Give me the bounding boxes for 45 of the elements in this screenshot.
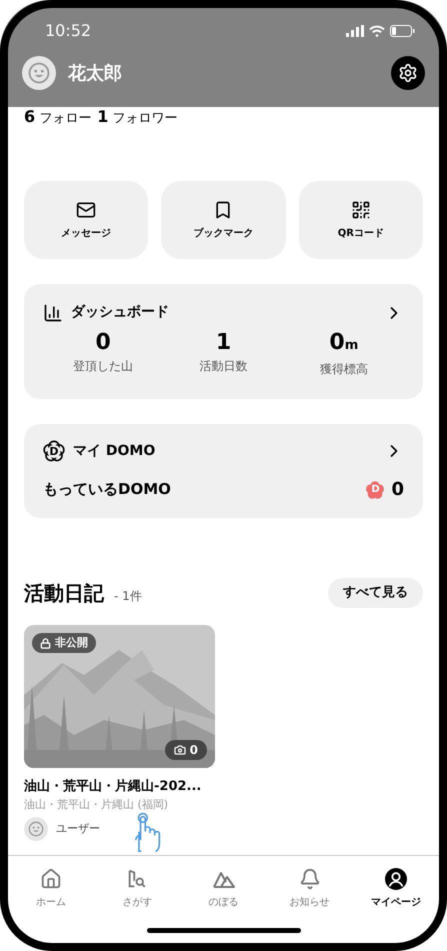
bell-icon [298, 868, 321, 890]
entry-count: - 1件 [114, 588, 142, 605]
stat-label: 活動日数 [199, 358, 248, 375]
quick-action-button[interactable]: メッセージ [24, 181, 148, 259]
map-search-icon [126, 868, 148, 890]
user-name: 花太郎 [68, 62, 122, 86]
follow-count[interactable]: 6 フォロー [24, 105, 92, 129]
see-all-button[interactable]: すべて見る [328, 578, 423, 608]
owned-domo-label: もっているDOMO [43, 479, 171, 500]
avatar [22, 56, 56, 90]
user-icon [384, 868, 407, 890]
envelope-icon [76, 200, 96, 220]
stat-label: 獲得標高 [320, 361, 368, 378]
domo-card[interactable]: D マイ DOMO もっているDOMO D 0 [24, 424, 423, 518]
owned-domo-count: 0 [391, 478, 404, 502]
wifi-icon [369, 25, 385, 37]
entry-user: ユーザー [56, 820, 100, 837]
battery-icon [390, 25, 415, 37]
settings-button[interactable] [391, 56, 425, 90]
stat-value: 0m [329, 329, 358, 357]
chart-icon [43, 302, 63, 322]
stat-label: 登頂した山 [73, 358, 134, 375]
tab-bar-item[interactable]: ホーム [8, 868, 94, 912]
tab-bar-item[interactable]: マイページ [352, 868, 440, 912]
signal-icon [346, 25, 364, 37]
stat-value: 0 [96, 329, 111, 357]
domo-title: マイ DOMO [73, 442, 156, 460]
user-avatar [24, 817, 48, 841]
follower-count[interactable]: 1 フォロワー [97, 105, 178, 129]
status-time: 10:52 [45, 20, 92, 42]
qr-code-icon [350, 200, 371, 220]
section-title: 活動日記 [24, 580, 104, 607]
tab-bar-item[interactable]: さがす [94, 868, 180, 912]
dashboard-title: ダッシュボード [71, 303, 169, 322]
tab-bar-item[interactable]: のぼる [180, 868, 267, 912]
entry-location: 油山・荒平山・片縄山 (福岡) [24, 796, 170, 812]
entry-title[interactable]: 油山・荒平山・片縄山-202... [24, 777, 215, 796]
quick-action-button[interactable]: ブックマーク [161, 181, 286, 259]
stat-value: 1 [216, 329, 232, 357]
dashboard-card[interactable]: ダッシュボード 0 登頂した山 1 活動日数 0m 獲得標高 [24, 284, 423, 399]
quick-action-button[interactable]: QRコード [298, 181, 423, 259]
settings-icon [398, 63, 418, 83]
private-badge: 非公開 [32, 633, 96, 653]
home-icon [40, 868, 62, 890]
tab-bar-item[interactable]: お知らせ [266, 868, 353, 912]
